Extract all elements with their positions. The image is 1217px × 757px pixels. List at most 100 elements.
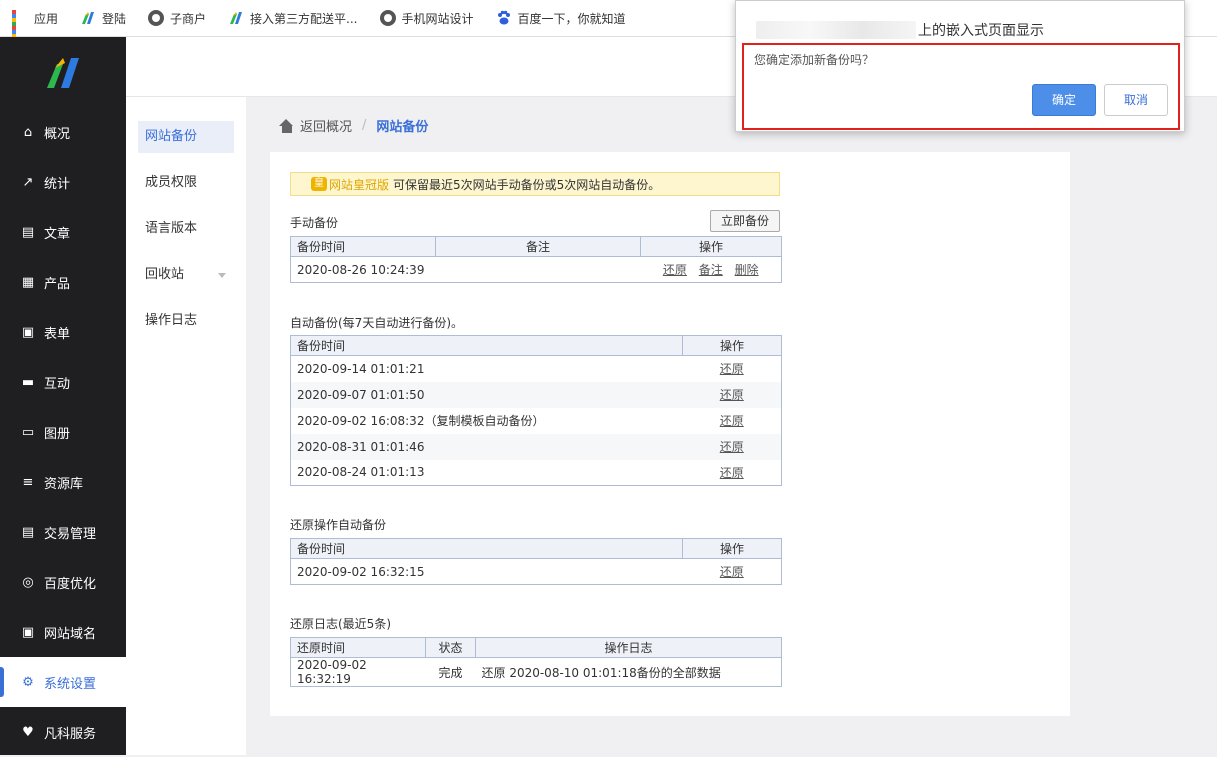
product-icon: ▦: [21, 274, 35, 290]
sidebar-item-domain[interactable]: ▣ 网站域名: [0, 607, 126, 657]
chevron-down-icon: [218, 273, 226, 278]
column-header: 操作: [682, 335, 782, 356]
fanke-logo-icon: [228, 10, 244, 26]
sidebar-item-forms[interactable]: ▣ 表单: [0, 307, 126, 357]
sidebar-item-label: 产品: [44, 276, 71, 292]
globe-icon: [379, 10, 396, 26]
subnav-item-logs[interactable]: 操作日志: [138, 305, 234, 337]
backup-time-cell: 2020-08-26 10:24:39: [297, 262, 425, 277]
bookmark-mobile-design[interactable]: 手机网站设计: [379, 10, 474, 27]
delete-link[interactable]: 删除: [735, 263, 759, 277]
note-link[interactable]: 备注: [699, 263, 723, 277]
subnav-item-label: 操作日志: [145, 313, 198, 328]
dialog-origin: 上的嵌入式页面显示: [756, 20, 1044, 40]
restore-link[interactable]: 还原: [720, 414, 744, 428]
backup-actions-cell: 还原: [683, 356, 782, 382]
sidebar-item-label: 文章: [44, 226, 71, 242]
subnav-item-backup[interactable]: 网站备份: [138, 121, 234, 153]
bookmark-apps[interactable]: 应用: [12, 10, 59, 46]
restore-link[interactable]: 还原: [720, 440, 744, 454]
bookmark-login[interactable]: 登陆: [80, 10, 126, 27]
backup-actions-cell: 还原 备注 删除: [641, 257, 782, 283]
sidebar-item-album[interactable]: ▭ 图册: [0, 407, 126, 457]
globe-icon: [148, 10, 165, 26]
restore-link[interactable]: 还原: [720, 388, 744, 402]
article-icon: ▤: [21, 224, 35, 240]
restore-link[interactable]: 还原: [720, 362, 744, 376]
home-icon: [279, 118, 294, 133]
dialog-highlight-box: 您确定添加新备份吗？ 确定 取消: [742, 43, 1180, 130]
sidebar-item-label: 交易管理: [44, 526, 97, 542]
subnav-item-members[interactable]: 成员权限: [138, 167, 234, 199]
backup-panel: 皇 网站皇冠版 可保留最近5次网站手动备份或5次网站自动备份。 手动备份 立即备…: [270, 152, 1070, 716]
chat-icon: ▬: [21, 374, 35, 390]
bookmark-label: 子商户: [170, 11, 207, 26]
bookmark-submerchant[interactable]: 子商户: [148, 10, 206, 27]
restore-link[interactable]: 还原: [720, 466, 744, 480]
baidu-paw-icon: [496, 10, 512, 26]
sidebar-item-settings[interactable]: ⚙ 系统设置: [0, 657, 126, 707]
edition-tag[interactable]: 网站皇冠版: [329, 176, 389, 193]
subnav-item-label: 回收站: [145, 267, 185, 282]
domain-icon: ▣: [21, 624, 35, 640]
backup-actions-cell: 还原: [683, 559, 782, 585]
sidebar-item-service[interactable]: ♥ 凡科服务: [0, 707, 126, 757]
restore-auto-table: 备份时间 操作 2020-09-02 16:32:15 还原: [290, 538, 782, 585]
backup-time-cell: 2020-09-14 01:01:21: [297, 361, 425, 376]
bookmark-baidu[interactable]: 百度一下，你就知道: [496, 10, 626, 27]
auto-backup-title: 自动备份(每7天自动进行备份)。: [290, 316, 463, 330]
settings-subnav: 网站备份 成员权限 语言版本 回收站 操作日志: [126, 97, 246, 755]
sidebar-item-label: 凡科服务: [44, 726, 97, 742]
backup-time-cell: 2020-08-31 01:01:46: [290, 433, 683, 460]
sidebar-item-trade[interactable]: ▤ 交易管理: [0, 507, 126, 557]
backup-note-cell: [436, 257, 641, 283]
apps-grid-icon: [12, 10, 28, 46]
backup-time-cell: 2020-09-02 16:32:15: [297, 564, 425, 579]
form-icon: ▣: [21, 324, 35, 340]
auto-backup-table: 备份时间 操作 2020-09-14 01:01:21 还原 2020-09-0…: [290, 335, 782, 486]
sidebar-item-articles[interactable]: ▤ 文章: [0, 207, 126, 257]
sidebar-item-label: 概况: [44, 126, 71, 142]
table-row: 2020-09-02 16:32:19 完成 还原 2020-08-10 01:…: [291, 658, 782, 687]
sidebar-item-label: 系统设置: [44, 676, 97, 692]
dialog-message: 您确定添加新备份吗？: [754, 53, 875, 67]
table-row: 2020-09-14 01:01:21 还原: [291, 356, 782, 382]
confirm-dialog: 上的嵌入式页面显示 您确定添加新备份吗？ 确定 取消: [735, 0, 1185, 132]
manual-backup-title: 手动备份: [290, 216, 339, 230]
sidebar-item-interaction[interactable]: ▬ 互动: [0, 357, 126, 407]
breadcrumb: 返回概况 / 网站备份: [279, 116, 428, 135]
edition-notice: 皇 网站皇冠版 可保留最近5次网站手动备份或5次网站自动备份。: [290, 172, 780, 196]
breadcrumb-back-link[interactable]: 返回概况: [300, 116, 352, 135]
bookmark-label: 应用: [34, 11, 59, 26]
restore-auto-title: 还原操作自动备份: [290, 518, 387, 532]
seo-icon: ◎: [22, 574, 34, 590]
breadcrumb-current: 网站备份: [376, 120, 429, 135]
restore-link[interactable]: 还原: [720, 565, 744, 579]
bookmark-label: 接入第三方配送平...: [250, 11, 358, 26]
sidebar-item-seo[interactable]: ◎ 百度优化: [0, 557, 126, 607]
sidebar-item-products[interactable]: ▦ 产品: [0, 257, 126, 307]
cancel-button[interactable]: 取消: [1104, 84, 1168, 116]
subnav-item-label: 语言版本: [145, 221, 198, 236]
backup-time-cell: 2020-09-02 16:08:32（复制模板自动备份）: [297, 414, 545, 428]
sidebar-item-stats[interactable]: ↗ 统计: [0, 157, 126, 207]
table-row: 2020-09-02 16:32:15 还原: [291, 559, 782, 585]
redacted-origin: [756, 21, 916, 39]
sidebar-item-label: 互动: [44, 376, 71, 392]
ok-button[interactable]: 确定: [1032, 84, 1096, 116]
restore-link[interactable]: 还原: [663, 263, 687, 277]
column-header: 还原时间: [290, 637, 426, 658]
subnav-item-languages[interactable]: 语言版本: [138, 213, 234, 245]
bookmark-delivery[interactable]: 接入第三方配送平...: [228, 10, 358, 27]
backup-now-button[interactable]: 立即备份: [710, 210, 780, 232]
restore-time-cell: 2020-09-02 16:32:19: [297, 658, 367, 686]
sidebar-item-resources[interactable]: ≡ 资源库: [0, 457, 126, 507]
fanke-logo-icon: [80, 10, 96, 26]
sidebar-item-label: 统计: [44, 176, 71, 192]
column-header: 备份时间: [290, 538, 683, 559]
subnav-item-recycle[interactable]: 回收站: [138, 259, 234, 291]
table-row: 2020-08-31 01:01:46 还原: [290, 433, 782, 460]
brand-logo[interactable]: [0, 37, 126, 107]
sidebar-item-overview[interactable]: ⌂ 概况: [0, 107, 126, 157]
dialog-origin-text: 上的嵌入式页面显示: [918, 23, 1044, 39]
